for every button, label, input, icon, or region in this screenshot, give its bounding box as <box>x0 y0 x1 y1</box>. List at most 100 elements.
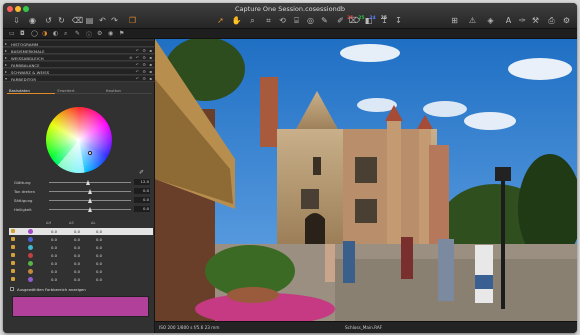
row-color-swatch <box>28 245 33 250</box>
color-wheel-handle[interactable] <box>88 151 92 155</box>
color-row[interactable]: 0.0 0.0 0.0 <box>9 276 153 283</box>
variant-icon[interactable]: ❐ <box>127 15 138 26</box>
rotate-left-icon[interactable]: ↺ <box>43 15 54 26</box>
row-color-swatch <box>28 269 33 274</box>
row-delta-saturation: 0.0 <box>73 277 80 282</box>
delete-icon[interactable]: ▤ <box>84 15 95 26</box>
count-blue: 24 <box>369 16 376 21</box>
pan-icon[interactable]: ✋ <box>231 15 242 26</box>
color-row[interactable]: 0.0 0.0 0.0 <box>9 252 153 259</box>
color-row[interactable]: 0.0 0.0 0.0 <box>9 260 153 267</box>
print-icon[interactable]: ⎙ <box>546 15 557 26</box>
redo-icon[interactable]: ↷ <box>109 15 120 26</box>
slider-value[interactable]: 0.0 <box>134 197 150 203</box>
section-color-editor[interactable]: ▾ FARBEDITOR ↶ ⚙ ▪ <box>3 76 155 82</box>
person <box>343 241 355 283</box>
lens-icon[interactable]: ◯ <box>31 30 38 37</box>
slider-value[interactable]: 12.0 <box>134 179 150 185</box>
folder-icon[interactable]: ▭ <box>9 30 15 37</box>
count-green: 25 <box>358 16 365 21</box>
tab-advanced[interactable]: Erweitert <box>55 87 104 94</box>
slider-value[interactable]: 0.0 <box>134 206 150 212</box>
section-label: WEISSABGLEICH <box>11 56 44 61</box>
row-delta-lightness: 0.0 <box>95 245 102 250</box>
row-color-swatch <box>28 261 33 266</box>
settings-icon[interactable]: ⚙ <box>561 15 572 26</box>
section-basic-characteristics[interactable]: ▸ BASISMERKMALE ↶ ⚙ ▪ <box>3 48 155 54</box>
section-controls[interactable]: ↶ ⚙ ▪ <box>136 62 153 67</box>
focus-mask-icon[interactable]: ◈ <box>485 15 496 26</box>
tab-skin-tone[interactable]: Hautton <box>103 87 152 94</box>
import-icon[interactable]: ⇩ <box>11 15 22 26</box>
color-row[interactable]: 0.0 0.0 0.0 <box>9 236 153 243</box>
row-checkbox[interactable] <box>11 229 15 233</box>
camera-tab-icon[interactable]: ◘ <box>20 30 25 37</box>
show-selected-range[interactable]: Ausgewählten Farbbereich anzeigen <box>7 286 153 292</box>
output-tab-icon[interactable]: ⚙ <box>97 30 102 37</box>
adjustments-tab-icon[interactable]: ✎ <box>75 30 80 37</box>
batch-tab-icon[interactable]: ◉ <box>108 30 113 37</box>
section-black-white[interactable]: ▸ SCHWARZ & WEISS ↶ ⚙ ▪ <box>3 69 155 75</box>
exif-info: ISO 200 1/800 s f/5.6 23 mm <box>159 325 220 330</box>
section-white-balance[interactable]: ▸ WEISSABGLEICH ⊕ ↶ ⚙ ▪ <box>3 55 155 61</box>
expand-icon: ▸ <box>5 62 8 67</box>
cloud <box>340 44 400 62</box>
show-selected-checkbox[interactable] <box>10 287 14 291</box>
row-checkbox[interactable] <box>11 237 15 241</box>
color-row[interactable]: 0.0 0.0 0.0 <box>9 268 153 275</box>
window <box>355 199 377 223</box>
section-histogram[interactable]: ▸ HISTOGRAMM <box>3 41 155 47</box>
text-overlay-icon[interactable]: A <box>503 15 514 26</box>
undo-icon[interactable]: ↶ <box>97 15 108 26</box>
cursor-icon[interactable]: ➚ <box>215 15 226 26</box>
picker-icon[interactable]: ✎ <box>319 15 330 26</box>
section-controls[interactable]: ↶ ⚙ ▪ <box>136 76 153 81</box>
metadata-tab-icon[interactable]: ⓘ <box>86 30 92 39</box>
turret <box>387 119 401 244</box>
person-jeans <box>475 275 493 289</box>
keystone-icon[interactable]: ⌸ <box>291 15 302 26</box>
slider-track[interactable] <box>49 182 131 183</box>
row-checkbox[interactable] <box>11 261 15 265</box>
rotate-icon[interactable]: ⟲ <box>277 15 288 26</box>
row-checkbox[interactable] <box>11 277 15 281</box>
slider-label: Helligkeit <box>14 207 32 212</box>
tools-icon[interactable]: ⚒ <box>530 15 541 26</box>
color-tab-icon[interactable]: ◑ <box>42 30 47 37</box>
section-controls[interactable]: ↶ ⚙ ▪ <box>136 69 153 74</box>
section-controls[interactable]: ↶ ⚙ ▪ <box>136 48 153 53</box>
zoom-icon[interactable]: ⌕ <box>247 15 258 26</box>
person <box>438 239 454 301</box>
image-viewer[interactable] <box>155 39 577 321</box>
brush-icon[interactable]: ✐ <box>335 15 346 26</box>
rotate-right-icon[interactable]: ↻ <box>56 15 67 26</box>
tool-panel: ▸ HISTOGRAMM ▸ BASISMERKMALE ↶ ⚙ ▪ ▸ WEI… <box>3 39 155 333</box>
detail-tab-icon[interactable]: ⌕ <box>64 30 67 38</box>
quick-tab-icon[interactable]: ⚑ <box>119 30 124 37</box>
planter <box>227 287 279 303</box>
color-row[interactable]: 0.0 0.0 0.0 <box>9 228 153 235</box>
crop-icon[interactable]: ⌗ <box>263 15 274 26</box>
exposure-warning-icon[interactable]: ⚠ <box>467 15 478 26</box>
color-wheel[interactable] <box>46 107 112 173</box>
row-checkbox[interactable] <box>11 269 15 273</box>
section-controls[interactable]: ⊕ ↶ ⚙ ▪ <box>129 55 153 60</box>
camera-icon[interactable]: ◉ <box>27 15 38 26</box>
edit-icon[interactable]: ✑ <box>517 15 528 26</box>
spot-icon[interactable]: ◎ <box>305 15 316 26</box>
trash-icon[interactable]: ⌫ <box>72 15 83 26</box>
slider-smoothness: Glättung 12.0 <box>7 179 153 186</box>
grid-view-icon[interactable]: ⊞ <box>449 15 460 26</box>
row-checkbox[interactable] <box>11 245 15 249</box>
slider-value[interactable]: 0.0 <box>134 188 150 194</box>
exposure-tab-icon[interactable]: ◐ <box>53 30 58 37</box>
tab-basic[interactable]: Basisdaten <box>7 87 56 94</box>
section-color-balance[interactable]: ▸ FARBBALANCE ↶ ⚙ ▪ <box>3 62 155 68</box>
apply-icon[interactable]: ↧ <box>393 15 404 26</box>
row-delta-hue: 0.0 <box>50 261 57 266</box>
window <box>355 157 377 183</box>
selected-range-overlay <box>46 107 112 173</box>
color-picker-icon[interactable]: ✐ <box>139 169 144 176</box>
color-row[interactable]: 0.0 0.0 0.0 <box>9 244 153 251</box>
row-checkbox[interactable] <box>11 253 15 257</box>
